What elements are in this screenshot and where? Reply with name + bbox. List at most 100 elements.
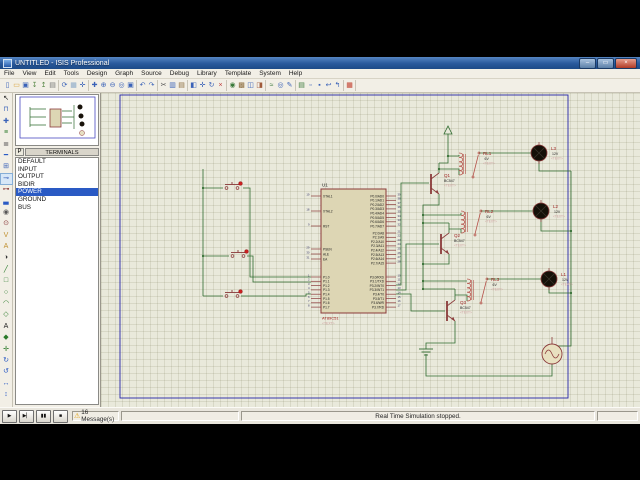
2d-arc-mode-icon[interactable]: ◠: [1, 299, 12, 309]
virtual-instrument-mode-icon[interactable]: ◑: [1, 253, 12, 263]
zoom-all-icon[interactable]: ◎: [117, 80, 126, 91]
button-actuator[interactable]: [244, 249, 249, 254]
title-bar[interactable]: UNTITLED - ISIS Professional – ▭ ×: [0, 57, 640, 69]
2d-circle-mode-icon[interactable]: ○: [1, 288, 12, 298]
subcircuit-mode-icon[interactable]: ⊞: [1, 162, 12, 172]
push-button-1[interactable]: [224, 181, 243, 190]
tape-recorder-mode-icon[interactable]: ◉: [1, 208, 12, 218]
netlist-to-ares-icon[interactable]: ▦: [345, 80, 354, 91]
current-probe-mode-icon[interactable]: A: [1, 242, 12, 252]
terminal-mode-icon[interactable]: ⊸: [0, 172, 13, 185]
close-button[interactable]: ×: [615, 57, 637, 69]
menu-help[interactable]: Help: [285, 69, 306, 78]
terminal-item-bus[interactable]: BUS: [16, 204, 98, 212]
block-copy-icon[interactable]: ◧: [189, 80, 198, 91]
make-device-icon[interactable]: ▩: [237, 80, 246, 91]
schematic-canvas[interactable]: U1 AT89C51 <TEXT> XTAL1 19 XTAL2 18 RST 9 PSEN…: [100, 93, 640, 407]
wire-label-mode-icon[interactable]: ≡: [1, 128, 12, 138]
terminal-item-ground[interactable]: GROUND: [16, 196, 98, 204]
block-delete-icon[interactable]: ×: [216, 80, 225, 91]
wires[interactable]: [202, 134, 572, 377]
remove-sheet-icon[interactable]: ▪: [315, 80, 324, 91]
toggle-grid-icon[interactable]: ▦: [69, 80, 78, 91]
device-pin-mode-icon[interactable]: ⊶: [1, 185, 12, 195]
power-terminal[interactable]: [443, 125, 453, 135]
cut-icon[interactable]: ✂: [159, 80, 168, 91]
menu-edit[interactable]: Edit: [40, 69, 59, 78]
play-button[interactable]: ▶: [2, 409, 17, 423]
new-file-icon[interactable]: ▯: [3, 80, 12, 91]
voltage-probe-mode-icon[interactable]: V: [1, 231, 12, 241]
2d-line-mode-icon[interactable]: ╱: [1, 265, 12, 275]
zoom-out-icon[interactable]: ⊖: [108, 80, 117, 91]
block-move-icon[interactable]: ✛: [198, 80, 207, 91]
export-section-icon[interactable]: ↥: [39, 80, 48, 91]
decompose-icon[interactable]: ◨: [255, 80, 264, 91]
menu-library[interactable]: Library: [193, 69, 221, 78]
menu-debug[interactable]: Debug: [166, 69, 193, 78]
import-section-icon[interactable]: ↧: [30, 80, 39, 91]
pick-parts-button[interactable]: P: [15, 147, 24, 156]
2d-marker-mode-icon[interactable]: ✛: [1, 345, 12, 355]
maximize-button[interactable]: ▭: [597, 57, 614, 69]
minimize-button[interactable]: –: [579, 57, 596, 69]
paste-icon[interactable]: ▤: [177, 80, 186, 91]
mirror-horizontal-icon[interactable]: ↔: [1, 379, 12, 389]
copy-icon[interactable]: ▥: [168, 80, 177, 91]
packaging-tool-icon[interactable]: ◫: [246, 80, 255, 91]
search-tag-icon[interactable]: ◎: [276, 80, 285, 91]
2d-path-mode-icon[interactable]: ◇: [1, 310, 12, 320]
lamp-L3[interactable]: L312V<TEXT>: [530, 142, 563, 164]
mirror-vertical-icon[interactable]: ↕: [1, 390, 12, 400]
rotate-cw-icon[interactable]: ↻: [1, 356, 12, 366]
relay-RL2[interactable]: RL26V<TEXT>: [460, 209, 497, 237]
new-sheet-icon[interactable]: ▫: [306, 80, 315, 91]
pick-device-icon[interactable]: ◉: [228, 80, 237, 91]
zoom-area-icon[interactable]: ▣: [126, 80, 135, 91]
terminal-item-output[interactable]: OUTPUT: [16, 173, 98, 181]
print-icon[interactable]: ▤: [48, 80, 57, 91]
selection-mode-icon[interactable]: ↖: [1, 94, 12, 104]
overview-thumbnail[interactable]: [15, 94, 99, 146]
exit-to-parent-icon[interactable]: ↰: [333, 80, 342, 91]
transistor-Q3[interactable]: Q3BC547<TEXT>: [446, 299, 472, 322]
2d-box-mode-icon[interactable]: □: [1, 276, 12, 286]
zoom-in-icon[interactable]: ⊕: [99, 80, 108, 91]
terminal-item-default[interactable]: DEFAULT: [16, 158, 98, 166]
redraw-icon[interactable]: ⟳: [60, 80, 69, 91]
menu-source[interactable]: Source: [137, 69, 166, 78]
stop-button[interactable]: ■: [53, 409, 68, 423]
menu-tools[interactable]: Tools: [60, 69, 83, 78]
menu-design[interactable]: Design: [83, 69, 111, 78]
2d-text-mode-icon[interactable]: A: [1, 322, 12, 332]
component-mode-icon[interactable]: ⊓: [1, 105, 12, 115]
lamp-L2[interactable]: L212V<TEXT>: [532, 200, 565, 222]
relay-RL1[interactable]: RL16V<TEXT>: [458, 151, 495, 179]
transistor-Q1[interactable]: Q1BC547<TEXT>: [430, 172, 456, 195]
button-actuator[interactable]: [238, 289, 243, 294]
junction-dot-mode-icon[interactable]: ✚: [1, 117, 12, 127]
terminal-item-power[interactable]: POWER: [16, 188, 98, 196]
transistor-Q2[interactable]: Q2BC547<TEXT>: [440, 232, 466, 255]
menu-template[interactable]: Template: [221, 69, 255, 78]
step-button[interactable]: ▶▏: [19, 409, 34, 423]
ac-source[interactable]: [541, 337, 563, 365]
menu-system[interactable]: System: [255, 69, 285, 78]
menu-graph[interactable]: Graph: [111, 69, 137, 78]
pan-icon[interactable]: ✚: [90, 80, 99, 91]
message-counter[interactable]: ⚠ 16 Message(s): [72, 409, 119, 423]
relay-RL3[interactable]: RL36V<TEXT>: [466, 277, 503, 305]
block-rotate-icon[interactable]: ↻: [207, 80, 216, 91]
terminal-item-input[interactable]: INPUT: [16, 166, 98, 174]
property-assignment-icon[interactable]: ✎: [285, 80, 294, 91]
rotate-ccw-icon[interactable]: ↺: [1, 367, 12, 377]
generator-mode-icon[interactable]: ⊙: [1, 219, 12, 229]
undo-icon[interactable]: ↶: [138, 80, 147, 91]
text-script-mode-icon[interactable]: ≣: [1, 140, 12, 150]
false-origin-icon[interactable]: ✛: [78, 80, 87, 91]
button-actuator[interactable]: [238, 181, 243, 186]
save-file-icon[interactable]: ▣: [21, 80, 30, 91]
pause-button[interactable]: ▮▮: [36, 409, 51, 423]
wire-autorouter-icon[interactable]: ≈: [267, 80, 276, 91]
bus-mode-icon[interactable]: ━: [1, 151, 12, 161]
